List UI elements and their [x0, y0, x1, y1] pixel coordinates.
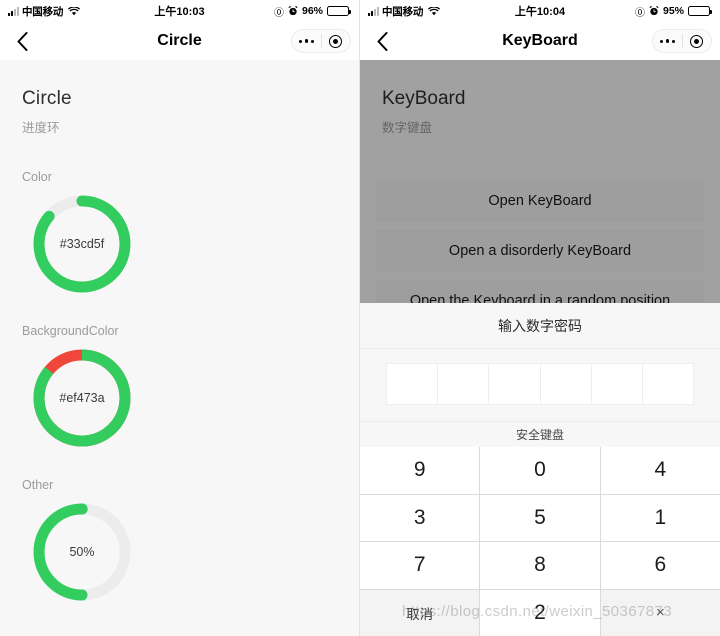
keyboard-page-body: KeyBoard 数字键盘 Open KeyBoard Open a disor…: [360, 60, 720, 636]
keyboard-page-header: KeyBoard 数字键盘: [360, 60, 720, 136]
secure-keyboard-label: 安全键盘: [360, 421, 720, 447]
screen-circle: 中国移动 上午10:03 ⓪ 96% Circle Circle 进度环 Col…: [0, 0, 360, 636]
section-color: Color #33cd5f: [0, 170, 359, 298]
keyboard-action-buttons: Open KeyBoard Open a disorderly KeyBoard…: [360, 180, 720, 322]
numeric-keypad: 9 0 4 3 5 1 7 8 6 取消 2 ×: [360, 447, 720, 636]
wechat-capsule-right: [652, 29, 712, 53]
password-cell[interactable]: [387, 364, 437, 404]
battery-icon: [327, 6, 351, 16]
key-4[interactable]: 4: [600, 447, 720, 494]
password-modal: 输入数字密码 安全键盘 9 0 4 3 5 1 7 8 6 取消 2 ×: [360, 303, 720, 636]
circle-page-subheading: 进度环: [22, 121, 60, 135]
key-1[interactable]: 1: [600, 494, 720, 541]
keyboard-page-subheading: 数字键盘: [382, 121, 433, 135]
ring-center-label: 50%: [69, 545, 95, 559]
target-circle-icon[interactable]: [322, 34, 351, 48]
progress-ring-background-color: #ef473a: [28, 344, 136, 452]
ring-center-label: #33cd5f: [59, 237, 105, 251]
status-bar-left-group: 中国移动: [368, 4, 441, 19]
progress-ring-color: #33cd5f: [28, 190, 136, 298]
progress-ring-other: 50%: [28, 498, 136, 606]
section-background-color: BackgroundColor #ef473a: [0, 324, 359, 452]
section-other: Other 50%: [0, 478, 359, 606]
carrier-label: 中国移动: [22, 5, 64, 18]
dual-screenshot-container: 中国移动 上午10:03 ⓪ 96% Circle Circle 进度环 Col…: [0, 0, 720, 636]
status-bar-left-group: 中国移动: [8, 4, 81, 19]
battery-percent-label: 95%: [662, 5, 684, 17]
carrier-label: 中国移动: [382, 5, 424, 18]
target-circle-icon[interactable]: [683, 34, 712, 48]
key-2[interactable]: 2: [480, 589, 600, 636]
nav-bar-left: Circle: [0, 22, 359, 60]
circle-page-heading: Circle: [22, 88, 72, 109]
battery-icon: [688, 6, 712, 16]
circle-page-body: Circle 进度环 Color #33cd5f BackgroundColor: [0, 60, 359, 636]
status-bar-right-group: ⓪ 95%: [634, 4, 712, 19]
open-disorderly-keyboard-button[interactable]: Open a disorderly KeyBoard: [376, 230, 704, 272]
cancel-button[interactable]: 取消: [360, 589, 480, 636]
password-input[interactable]: [386, 363, 694, 405]
section-label: BackgroundColor: [22, 324, 119, 338]
password-input-area: [360, 349, 720, 421]
status-bar-right-group: ⓪ 96%: [273, 4, 351, 19]
screen-keyboard: 中国移动 上午10:04 ⓪ 95% KeyBoard KeyBoard 数字键…: [360, 0, 720, 636]
key-9[interactable]: 9: [360, 447, 480, 494]
wifi-icon: [68, 6, 81, 16]
battery-percent-label: 96%: [301, 5, 323, 17]
key-3[interactable]: 3: [360, 494, 480, 541]
back-chevron-icon[interactable]: [10, 29, 34, 53]
nav-bar-right: KeyBoard: [360, 22, 720, 60]
status-bar-left: 中国移动 上午10:03 ⓪ 96%: [0, 0, 359, 22]
section-label: Other: [22, 478, 54, 492]
open-keyboard-button[interactable]: Open KeyBoard: [376, 180, 704, 222]
more-dots-icon[interactable]: [292, 39, 321, 43]
delete-key-icon[interactable]: ×: [600, 589, 720, 636]
key-7[interactable]: 7: [360, 542, 480, 589]
password-cell[interactable]: [488, 364, 539, 404]
alarm-clock-icon: [288, 5, 298, 16]
key-0[interactable]: 0: [480, 447, 600, 494]
key-6[interactable]: 6: [600, 542, 720, 589]
more-dots-icon[interactable]: [653, 39, 682, 43]
key-8[interactable]: 8: [480, 542, 600, 589]
at-icon: ⓪: [273, 7, 284, 19]
wifi-icon: [428, 6, 441, 16]
status-bar-right: 中国移动 上午10:04 ⓪ 95%: [360, 0, 720, 22]
password-cell[interactable]: [641, 364, 693, 404]
password-modal-title: 输入数字密码: [360, 303, 720, 349]
password-cell[interactable]: [437, 364, 488, 404]
section-label: Color: [22, 170, 52, 184]
circle-page-header: Circle 进度环: [0, 60, 359, 136]
wechat-capsule-left: [291, 29, 351, 53]
signal-bars-icon: [8, 6, 19, 16]
password-cell[interactable]: [539, 364, 591, 404]
keyboard-page-heading: KeyBoard: [382, 88, 466, 109]
key-5[interactable]: 5: [480, 494, 600, 541]
ring-center-label: #ef473a: [59, 391, 105, 405]
at-icon: ⓪: [634, 7, 645, 19]
alarm-clock-icon: [649, 5, 659, 16]
password-cell[interactable]: [590, 364, 642, 404]
back-chevron-icon[interactable]: [370, 29, 394, 53]
signal-bars-icon: [368, 6, 379, 16]
